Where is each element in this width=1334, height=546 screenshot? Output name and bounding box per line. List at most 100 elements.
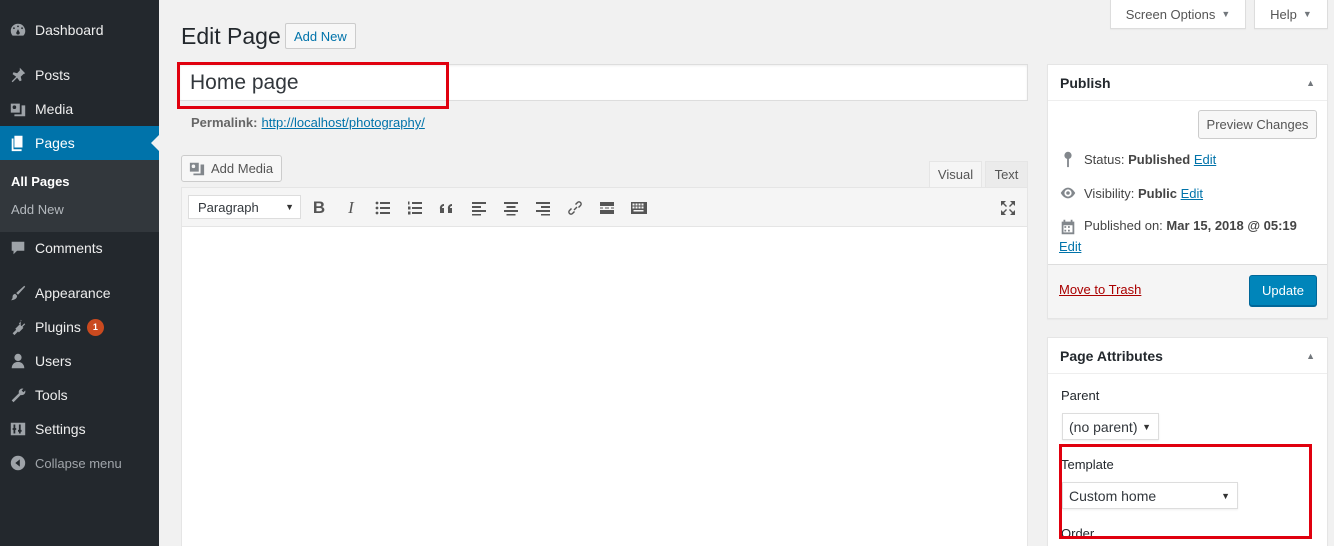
menu-item-tools[interactable]: Tools xyxy=(0,378,159,412)
collapse-arrow-icon[interactable]: ▲ xyxy=(1306,351,1315,361)
publish-box-title: Publish xyxy=(1060,74,1111,91)
brush-icon xyxy=(0,284,35,302)
menu-item-posts[interactable]: Posts xyxy=(0,58,159,92)
edit-visibility-link[interactable]: Edit xyxy=(1181,186,1203,201)
dashboard-icon xyxy=(0,21,35,39)
edit-status-link[interactable]: Edit xyxy=(1194,152,1216,167)
menu-label-plugins: Plugins xyxy=(35,319,81,335)
submenu-add-new[interactable]: Add New xyxy=(11,202,64,217)
edit-publish-date-link[interactable]: Edit xyxy=(1059,239,1081,254)
comment-icon xyxy=(0,239,35,257)
submenu-all-pages[interactable]: All Pages xyxy=(11,174,70,189)
published-on-value: Mar 15, 2018 @ 05:19 xyxy=(1166,218,1297,233)
screen-options-tab[interactable]: Screen Options ▼ xyxy=(1110,0,1246,29)
update-button[interactable]: Update xyxy=(1249,275,1317,306)
blockquote-icon[interactable] xyxy=(436,198,458,218)
align-right-icon[interactable] xyxy=(532,198,554,218)
toolbar-toggle-icon[interactable] xyxy=(628,198,650,218)
pin-icon xyxy=(1064,151,1072,168)
menu-label-media: Media xyxy=(35,101,74,117)
visibility-label: Visibility: xyxy=(1084,185,1135,201)
tab-text[interactable]: Text xyxy=(985,161,1028,187)
caret-down-icon: ▼ xyxy=(285,202,294,212)
align-left-icon[interactable] xyxy=(468,198,490,218)
published-on-row: Published on: Mar 15, 2018 @ 05:19 xyxy=(1059,218,1297,236)
editor-toolbar: Paragraph ▼ B I xyxy=(181,187,1028,227)
link-icon[interactable] xyxy=(564,198,586,218)
numbered-list-icon[interactable] xyxy=(404,198,426,218)
menu-item-appearance[interactable]: Appearance xyxy=(0,276,159,310)
parent-label: Parent xyxy=(1061,388,1100,403)
align-center-icon[interactable] xyxy=(500,198,522,218)
add-media-button[interactable]: Add Media xyxy=(181,155,283,182)
menu-item-comments[interactable]: Comments xyxy=(0,231,159,265)
template-label: Template xyxy=(1061,457,1114,472)
parent-select[interactable]: (no parent) ▼ xyxy=(1062,413,1159,440)
fullscreen-icon[interactable] xyxy=(997,198,1019,218)
collapse-label: Collapse menu xyxy=(35,455,122,471)
add-media-icon xyxy=(189,162,205,175)
format-select[interactable]: Paragraph ▼ xyxy=(188,195,301,219)
plugin-icon xyxy=(0,318,35,336)
settings-icon xyxy=(0,420,35,438)
menu-label-tools: Tools xyxy=(35,387,68,403)
admin-sidebar: Dashboard Posts Media Pages All Pages Ad… xyxy=(0,0,159,546)
pages-icon xyxy=(0,134,35,152)
caret-down-icon: ▼ xyxy=(1221,490,1230,501)
menu-label-appearance: Appearance xyxy=(35,285,111,301)
editor-content-area[interactable] xyxy=(181,226,1028,546)
template-select-value: Custom home xyxy=(1069,487,1157,504)
collapse-arrow-icon[interactable]: ▲ xyxy=(1306,78,1315,88)
read-more-icon[interactable] xyxy=(596,198,618,218)
template-select[interactable]: Custom home ▼ xyxy=(1062,482,1238,509)
permalink-link[interactable]: http://localhost/photography/ xyxy=(261,115,424,130)
eye-icon xyxy=(1060,187,1076,199)
caret-down-icon: ▼ xyxy=(1142,421,1151,432)
permalink-row: Permalink: http://localhost/photography/ xyxy=(191,115,425,130)
preview-changes-button[interactable]: Preview Changes xyxy=(1198,110,1317,139)
help-label: Help xyxy=(1270,6,1297,22)
format-select-value: Paragraph xyxy=(198,199,259,215)
add-media-label: Add Media xyxy=(211,161,274,176)
calendar-icon xyxy=(1061,219,1075,235)
visibility-value: Public xyxy=(1137,185,1177,201)
status-value: Published xyxy=(1128,151,1191,167)
move-to-trash-link[interactable]: Move to Trash xyxy=(1059,282,1141,297)
publish-box-header[interactable]: Publish ▲ xyxy=(1048,65,1327,101)
menu-item-pages[interactable]: Pages xyxy=(0,126,159,160)
user-icon xyxy=(0,352,35,370)
page-title: Edit Page xyxy=(181,23,281,49)
pin-icon xyxy=(0,66,35,84)
page-attributes-box: Page Attributes ▲ xyxy=(1047,337,1328,546)
bold-icon[interactable]: B xyxy=(308,198,330,218)
status-row: Status: Published Edit xyxy=(1059,150,1216,168)
menu-item-plugins[interactable]: Plugins 1 xyxy=(0,310,159,344)
screen-options-label: Screen Options xyxy=(1125,6,1216,22)
bullet-list-icon[interactable] xyxy=(372,198,394,218)
collapse-icon xyxy=(0,454,35,472)
menu-label-posts: Posts xyxy=(35,67,71,83)
menu-item-users[interactable]: Users xyxy=(0,344,159,378)
media-icon xyxy=(0,100,35,118)
visibility-row: Visibility: Public Edit xyxy=(1059,184,1203,202)
order-label: Order xyxy=(1061,526,1095,541)
page-title-input[interactable] xyxy=(179,64,1028,101)
italic-icon[interactable]: I xyxy=(340,198,362,218)
menu-label-comments: Comments xyxy=(35,240,103,256)
permalink-label: Permalink: xyxy=(191,115,258,130)
published-on-label: Published on: xyxy=(1084,218,1163,233)
menu-item-settings[interactable]: Settings xyxy=(0,412,159,446)
menu-label-settings: Settings xyxy=(35,421,86,437)
menu-item-media[interactable]: Media xyxy=(0,92,159,126)
wrench-icon xyxy=(0,386,35,404)
collapse-menu-button[interactable]: Collapse menu xyxy=(0,446,159,480)
help-tab[interactable]: Help ▼ xyxy=(1254,0,1328,29)
parent-select-value: (no parent) xyxy=(1069,418,1138,435)
status-label: Status: xyxy=(1084,151,1125,167)
tab-visual[interactable]: Visual xyxy=(929,161,982,187)
pages-submenu: All Pages Add New xyxy=(0,160,159,232)
menu-label-pages: Pages xyxy=(35,135,75,151)
page-attributes-header[interactable]: Page Attributes ▲ xyxy=(1048,338,1327,374)
menu-item-dashboard[interactable]: Dashboard xyxy=(0,13,159,47)
add-new-page-button[interactable]: Add New xyxy=(285,23,356,49)
